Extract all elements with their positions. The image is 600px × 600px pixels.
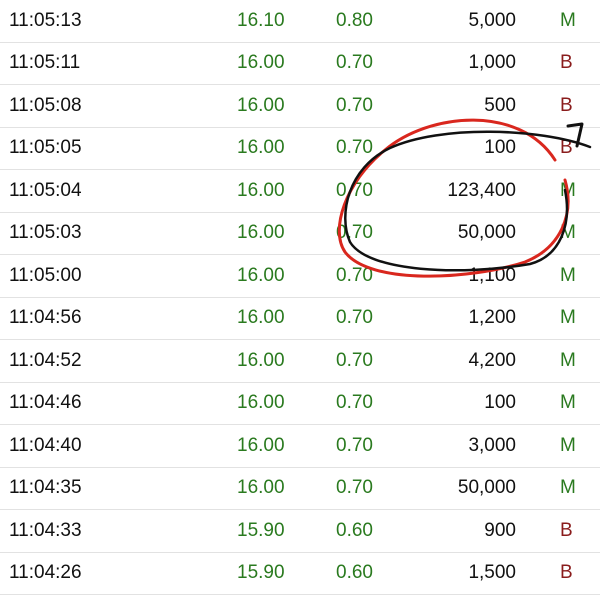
trade-volume: 100 (484, 137, 516, 159)
trade-volume: 123,400 (447, 179, 516, 201)
trade-side-badge: B (560, 137, 573, 159)
trade-time: 11:04:35 (9, 477, 82, 499)
trade-side-badge: M (560, 392, 576, 414)
trade-list: 11:05:13 16.10 0.80 5,000 M 11:05:11 16.00 0.70… (0, 0, 600, 595)
trade-time: 11:05:00 (9, 264, 82, 286)
trade-side-badge: M (560, 349, 576, 371)
trade-change: 0.80 (336, 9, 373, 31)
trade-volume: 900 (484, 519, 516, 541)
trade-row[interactable]: 11:05:08 16.00 0.70 500 B (0, 85, 600, 128)
trade-time: 11:04:52 (9, 349, 82, 371)
trade-row[interactable]: 11:04:52 16.00 0.70 4,200 M (0, 340, 600, 383)
trade-change: 0.70 (336, 137, 373, 159)
trade-price: 16.00 (237, 52, 285, 74)
trade-price: 16.00 (237, 94, 285, 116)
trade-side-badge: M (560, 307, 576, 329)
trade-row[interactable]: 11:04:46 16.00 0.70 100 M (0, 383, 600, 425)
trade-price: 16.10 (237, 9, 285, 31)
trade-side-badge: B (560, 562, 573, 584)
trade-side-badge: B (560, 519, 573, 541)
trade-volume: 1,500 (468, 562, 516, 584)
trade-change: 0.70 (336, 392, 373, 414)
trade-change: 0.70 (336, 434, 373, 456)
trade-change: 0.70 (336, 94, 373, 116)
trade-row[interactable]: 11:05:13 16.10 0.80 5,000 M (0, 0, 600, 43)
trade-volume: 1,000 (468, 52, 516, 74)
trade-side-badge: B (560, 52, 573, 74)
trade-volume: 100 (484, 392, 516, 414)
trade-time: 11:04:33 (9, 519, 82, 541)
trade-volume: 4,200 (468, 349, 516, 371)
trade-row[interactable]: 11:04:26 15.90 0.60 1,500 B (0, 553, 600, 595)
trade-side-badge: M (560, 9, 576, 31)
trade-change: 0.70 (336, 264, 373, 286)
trade-change: 0.60 (336, 519, 373, 541)
trade-price: 16.00 (237, 137, 285, 159)
trade-row[interactable]: 11:04:35 16.00 0.70 50,000 M (0, 468, 600, 510)
trade-volume: 5,000 (468, 9, 516, 31)
trade-side-badge: M (560, 264, 576, 286)
trade-side-badge: M (560, 179, 576, 201)
trade-time: 11:05:13 (9, 9, 82, 31)
trade-change: 0.60 (336, 562, 373, 584)
trade-time: 11:04:40 (9, 434, 82, 456)
trade-volume: 3,000 (468, 434, 516, 456)
trade-price: 15.90 (237, 562, 285, 584)
trade-row[interactable]: 11:05:03 16.00 0.70 50,000 M (0, 213, 600, 255)
trade-row[interactable]: 11:05:05 16.00 0.70 100 B (0, 128, 600, 170)
trade-volume: 50,000 (457, 477, 516, 499)
trade-volume: 50,000 (457, 222, 516, 244)
trade-row[interactable]: 11:05:00 16.00 0.70 1,100 M (0, 255, 600, 298)
trade-row[interactable]: 11:05:11 16.00 0.70 1,000 B (0, 43, 600, 85)
trade-time: 11:04:26 (9, 562, 82, 584)
trade-change: 0.70 (336, 52, 373, 74)
trade-volume: 1,200 (468, 307, 516, 329)
trade-change: 0.70 (336, 222, 373, 244)
trade-price: 16.00 (237, 477, 285, 499)
trade-change: 0.70 (336, 477, 373, 499)
trade-price: 16.00 (237, 307, 285, 329)
trade-price: 16.00 (237, 434, 285, 456)
trade-price: 16.00 (237, 222, 285, 244)
trade-change: 0.70 (336, 307, 373, 329)
trade-price: 16.00 (237, 264, 285, 286)
trade-time: 11:05:04 (9, 179, 82, 201)
trade-price: 15.90 (237, 519, 285, 541)
trade-volume: 1,100 (468, 264, 516, 286)
trade-time: 11:04:56 (9, 307, 82, 329)
trade-row[interactable]: 11:04:40 16.00 0.70 3,000 M (0, 425, 600, 468)
trade-volume: 500 (484, 94, 516, 116)
trade-time: 11:05:05 (9, 137, 82, 159)
trade-time: 11:04:46 (9, 392, 82, 414)
trade-side-badge: M (560, 434, 576, 456)
trade-row[interactable]: 11:04:33 15.90 0.60 900 B (0, 510, 600, 553)
trade-time: 11:05:11 (9, 52, 81, 74)
trade-side-badge: M (560, 477, 576, 499)
trade-price: 16.00 (237, 392, 285, 414)
trade-change: 0.70 (336, 349, 373, 371)
trade-row[interactable]: 11:04:56 16.00 0.70 1,200 M (0, 298, 600, 340)
trade-side-badge: B (560, 94, 573, 116)
trade-price: 16.00 (237, 179, 285, 201)
trade-time: 11:05:08 (9, 94, 82, 116)
trade-side-badge: M (560, 222, 576, 244)
trade-time: 11:05:03 (9, 222, 82, 244)
trade-row[interactable]: 11:05:04 16.00 0.70 123,400 M (0, 170, 600, 213)
trade-change: 0.70 (336, 179, 373, 201)
trade-price: 16.00 (237, 349, 285, 371)
